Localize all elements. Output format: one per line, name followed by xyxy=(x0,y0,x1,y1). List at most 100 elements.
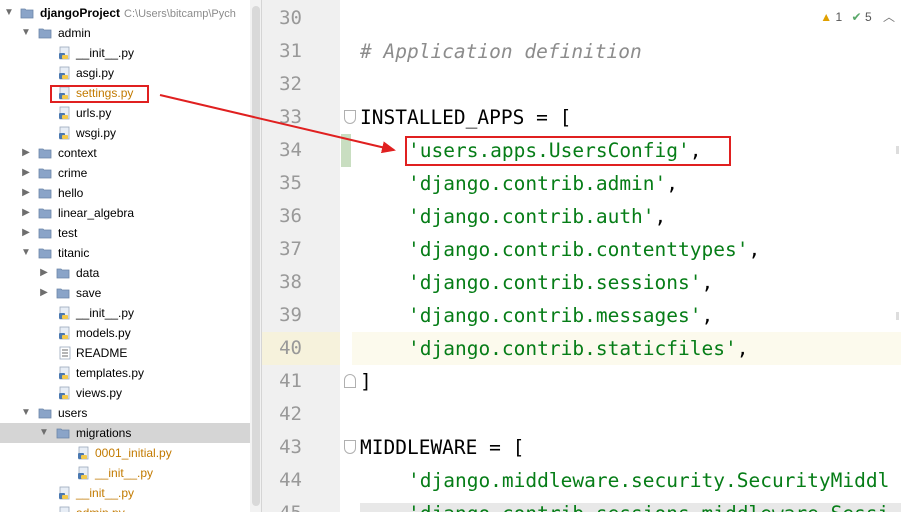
folder-icon xyxy=(38,408,52,419)
line-number: 37 xyxy=(279,238,302,260)
fold-marker-icon[interactable] xyxy=(344,374,356,388)
folder-icon xyxy=(38,208,52,219)
tree-item-admin-init[interactable]: __init__.py xyxy=(0,43,250,63)
tree-item-users-init[interactable]: __init__.py xyxy=(0,483,250,503)
tree-item-hello[interactable]: ▶ hello xyxy=(0,183,250,203)
code-string: 'django.contrib.admin' xyxy=(408,172,667,195)
folder-icon xyxy=(56,268,70,279)
double-check-icon: ✔ xyxy=(851,10,862,24)
tree-item-admin[interactable]: ▼ admin xyxy=(0,23,250,43)
python-file-icon xyxy=(59,66,70,80)
tree-item-label: users xyxy=(58,406,88,420)
code-string: 'django.contrib.auth' xyxy=(408,205,655,228)
chevron-down-icon[interactable]: ▼ xyxy=(20,243,32,263)
tree-item-titanic-readme[interactable]: README xyxy=(0,343,250,363)
python-file-icon xyxy=(59,506,70,512)
tree-item-label: templates.py xyxy=(76,366,145,380)
chevron-right-icon[interactable]: ▶ xyxy=(20,143,32,163)
line-number: 35 xyxy=(279,172,302,194)
python-file-icon xyxy=(59,366,70,380)
code-string: 'django.contrib.sessions.middleware.Sess… xyxy=(408,497,889,512)
code-string: 'django.contrib.messages' xyxy=(408,304,702,327)
python-file-icon xyxy=(59,486,70,500)
chevron-up-icon[interactable]: ︿ xyxy=(883,10,895,24)
tree-item-label: save xyxy=(76,286,102,300)
tree-item-test[interactable]: ▶ test xyxy=(0,223,250,243)
chevron-right-icon[interactable]: ▶ xyxy=(20,203,32,223)
code-punctuation: , xyxy=(736,337,749,360)
tree-item-users-admin[interactable]: admin.py xyxy=(0,503,250,512)
python-file-icon xyxy=(78,466,89,480)
code-editor[interactable]: 30 31 32 33 34 35 36 37 38 39 40 41 42 4… xyxy=(262,0,901,512)
line-number: 31 xyxy=(279,40,302,62)
chevron-right-icon[interactable]: ▶ xyxy=(38,263,50,283)
tree-item-project-root[interactable]: ▼ djangoProject C:\Users\bitcamp\Pych xyxy=(0,3,250,23)
code-punctuation: , xyxy=(654,205,667,228)
tree-scroll-thumb[interactable] xyxy=(252,6,260,506)
chevron-down-icon[interactable]: ▼ xyxy=(3,3,15,23)
folder-icon xyxy=(38,188,52,199)
vcs-change-marker[interactable] xyxy=(341,134,351,167)
tree-item-label: README xyxy=(76,346,128,360)
tree-item-label: __init__.py xyxy=(76,306,135,320)
tree-item-label: models.py xyxy=(76,326,131,340)
text-file-icon xyxy=(59,346,71,360)
line-number: 30 xyxy=(279,7,302,29)
tree-item-admin-asgi[interactable]: asgi.py xyxy=(0,63,250,83)
fold-marker-icon[interactable] xyxy=(344,110,356,124)
fold-marker-icon[interactable] xyxy=(344,440,356,454)
tree-item-titanic-init[interactable]: __init__.py xyxy=(0,303,250,323)
python-file-icon xyxy=(78,446,89,460)
tree-item-titanic-data[interactable]: ▶ data xyxy=(0,263,250,283)
scroll-marker[interactable] xyxy=(896,312,899,320)
scroll-marker[interactable] xyxy=(896,146,899,154)
tree-item-label: __init__.py xyxy=(76,486,135,500)
tree-item-crime[interactable]: ▶ crime xyxy=(0,163,250,183)
annotation-highlight-box-config xyxy=(405,136,731,166)
code-punctuation: , xyxy=(748,238,761,261)
tree-item-admin-wsgi[interactable]: wsgi.py xyxy=(0,123,250,143)
tree-item-label: titanic xyxy=(58,246,90,260)
tree-item-label: __init__.py xyxy=(95,466,154,480)
tree-item-linear-algebra[interactable]: ▶ linear_algebra xyxy=(0,203,250,223)
tree-item-migrations-init[interactable]: __init__.py xyxy=(0,463,250,483)
line-number: 43 xyxy=(279,436,302,458)
tree-item-label: hello xyxy=(58,186,84,200)
tree-item-titanic-models[interactable]: models.py xyxy=(0,323,250,343)
tree-item-label: context xyxy=(58,146,97,160)
code-string: 'django.contrib.sessions' xyxy=(408,271,702,294)
chevron-down-icon[interactable]: ▼ xyxy=(38,423,50,443)
tree-item-admin-urls[interactable]: urls.py xyxy=(0,103,250,123)
tree-item-users-migrations[interactable]: ▼ migrations xyxy=(0,423,261,443)
tree-item-context[interactable]: ▶ context xyxy=(0,143,250,163)
chevron-right-icon[interactable]: ▶ xyxy=(20,183,32,203)
chevron-right-icon[interactable]: ▶ xyxy=(38,283,50,303)
chevron-down-icon[interactable]: ▼ xyxy=(20,403,32,423)
tree-item-titanic-save[interactable]: ▶ save xyxy=(0,283,250,303)
inspection-widget[interactable]: ▲ 1 ✔ 5 ︿ xyxy=(814,8,895,26)
weak-warning-count: 5 xyxy=(864,10,872,24)
folder-icon xyxy=(38,148,52,159)
python-file-icon xyxy=(59,306,70,320)
code-line: ] xyxy=(360,370,372,393)
line-number: 42 xyxy=(279,403,302,425)
tree-item-titanic-templates[interactable]: templates.py xyxy=(0,363,250,383)
python-file-icon xyxy=(59,386,70,400)
tree-item-label: migrations xyxy=(76,426,132,440)
tree-item-migration-0001[interactable]: 0001_initial.py xyxy=(0,443,250,463)
tree-item-titanic-views[interactable]: views.py xyxy=(0,383,250,403)
line-number: 34 xyxy=(279,139,302,161)
code-comment: # Application definition xyxy=(360,40,642,63)
line-number: 44 xyxy=(279,469,302,491)
tree-item-titanic[interactable]: ▼ titanic xyxy=(0,243,250,263)
folder-icon xyxy=(38,28,52,39)
annotation-highlight-box-settings xyxy=(50,85,149,103)
chevron-right-icon[interactable]: ▶ xyxy=(20,223,32,243)
chevron-down-icon[interactable]: ▼ xyxy=(20,23,32,43)
code-line: 'django.contrib.sessions', xyxy=(408,266,713,299)
tree-item-label: admin xyxy=(58,26,91,40)
folder-icon xyxy=(56,428,70,439)
tree-item-users[interactable]: ▼ users xyxy=(0,403,250,423)
chevron-right-icon[interactable]: ▶ xyxy=(20,163,32,183)
tree-item-label: 0001_initial.py xyxy=(95,446,172,460)
